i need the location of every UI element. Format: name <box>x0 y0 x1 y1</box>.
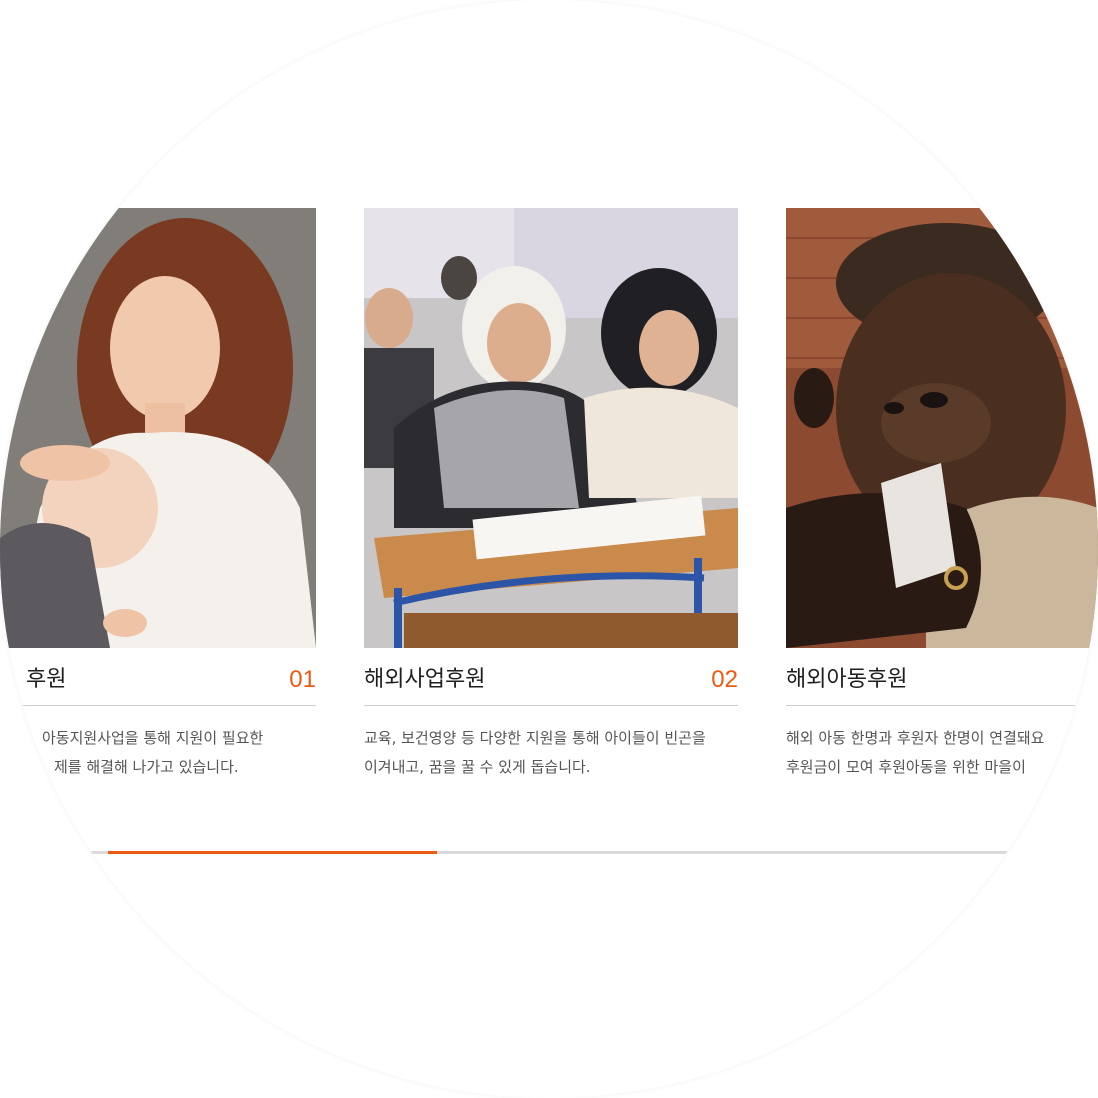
card-2-number: 02 <box>711 666 738 693</box>
card-3-description: 해외 아동 한명과 후원자 한명이 연결돼요 후원금이 모여 후원아동을 위한 … <box>786 724 1044 782</box>
card-1-desc-line-1: 아동지원사업을 통해 지원이 필요한 <box>42 729 264 747</box>
card-1-number: 01 <box>289 666 316 693</box>
carousel-viewport: 후원 01 아동지원사업을 통해 지원이 필요한 제를 해결해 나가고 있습니다… <box>0 0 1098 1098</box>
card-3-divider <box>786 705 1098 706</box>
card-2-title[interactable]: 해외사업후원 <box>364 664 485 696</box>
mother-holding-baby-photo <box>0 208 316 648</box>
card-2-desc-line-1: 교육, 보건영양 등 다양한 지원을 통해 아이들이 빈곤을 <box>364 729 706 747</box>
card-3-image[interactable] <box>786 208 1098 648</box>
card-3-title[interactable]: 해외아동후원 <box>786 664 907 696</box>
card-1-divider <box>0 705 316 706</box>
card-2-desc-line-2: 이겨내고, 꿈을 꿀 수 있게 돕습니다. <box>364 758 591 776</box>
carousel-progress-fill <box>108 851 437 854</box>
carousel-progress-track[interactable] <box>0 851 1098 854</box>
card-1-image[interactable] <box>0 208 316 648</box>
card-1-description: 아동지원사업을 통해 지원이 필요한 제를 해결해 나가고 있습니다. <box>42 724 263 782</box>
card-1-desc-line-2: 제를 해결해 나가고 있습니다. <box>54 758 239 776</box>
card-2-image[interactable] <box>364 208 738 648</box>
card-3-desc-line-1: 해외 아동 한명과 후원자 한명이 연결돼요 <box>786 729 1045 747</box>
children-in-classroom-photo <box>364 208 738 648</box>
child-eating-photo <box>786 208 1098 648</box>
card-2-divider <box>364 705 738 706</box>
card-2-description: 교육, 보건영양 등 다양한 지원을 통해 아이들이 빈곤을 이겨내고, 꿈을 … <box>364 724 706 782</box>
card-3-desc-line-2: 후원금이 모여 후원아동을 위한 마을이 <box>786 758 1026 776</box>
card-1-title[interactable]: 후원 <box>26 664 66 696</box>
